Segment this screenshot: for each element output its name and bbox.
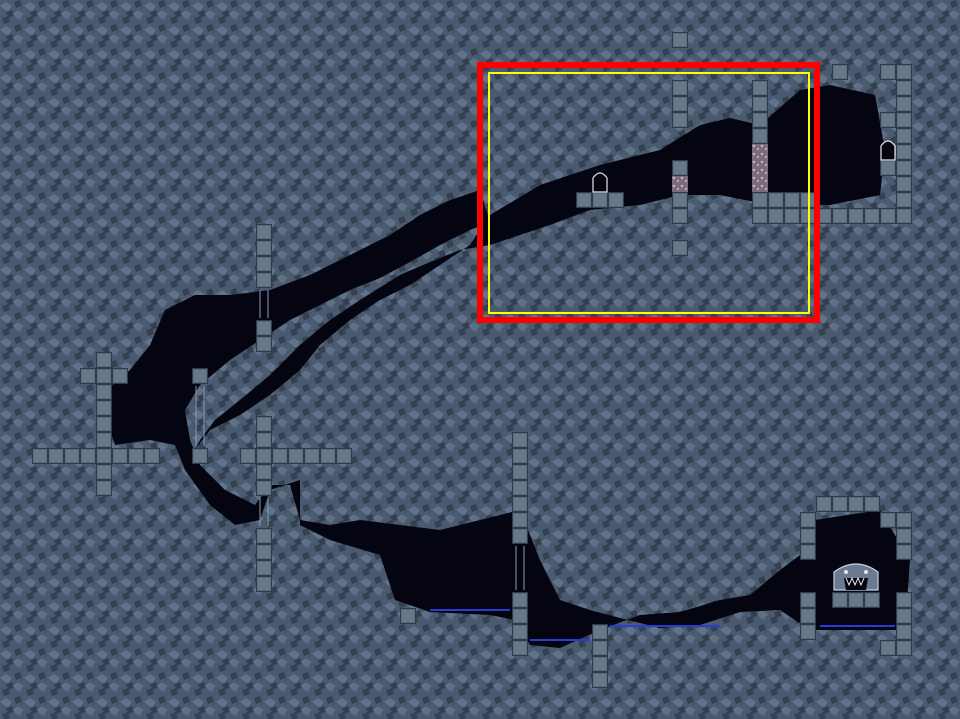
- block-boss-room-right: [896, 512, 912, 560]
- block-boss-floor: [880, 640, 912, 656]
- block-ledge-door: [576, 192, 624, 208]
- block-column-right: [752, 80, 768, 144]
- cave-scene: [0, 0, 960, 719]
- skull-creature-icon[interactable]: [833, 563, 879, 591]
- block-cross-horizontal: [32, 448, 160, 464]
- block-cross2-lower: [256, 528, 272, 592]
- block-cross-cap: [80, 368, 128, 384]
- block-boss-room-top: [816, 496, 880, 512]
- block-column-bottom: [672, 240, 688, 256]
- block-left-pillar: [256, 224, 272, 288]
- block-column-top: [672, 32, 688, 48]
- block-low-pillar: [592, 624, 608, 688]
- block-mid-pillar: [512, 432, 528, 544]
- block-mid-pillar-low: [512, 592, 528, 656]
- star-block-icon: [752, 144, 768, 192]
- block-boss-room-left: [800, 512, 816, 560]
- block-floor-right: [752, 192, 816, 224]
- block-column-mid: [672, 160, 688, 176]
- block-right-floor: [816, 208, 912, 224]
- door-icon[interactable]: [880, 140, 896, 161]
- star-block-icon: [672, 176, 688, 192]
- block-right-wall: [896, 80, 912, 208]
- block-small-pillar: [192, 368, 208, 384]
- block-boss-room-corner: [880, 512, 896, 528]
- block-top-nub: [832, 64, 848, 80]
- block-right-door-base: [880, 160, 896, 176]
- door-icon[interactable]: [592, 172, 608, 193]
- block-boss-room-left-low: [800, 592, 816, 640]
- block-cross2-horizontal: [240, 448, 352, 464]
- block-right-wall-top: [880, 64, 912, 80]
- block-water-ledge: [400, 608, 416, 624]
- block-small-pillar-base: [192, 448, 208, 464]
- block-right-ledge: [880, 112, 896, 128]
- block-column-lower: [672, 192, 688, 224]
- block-column-upper: [672, 80, 688, 128]
- game-map: [0, 0, 960, 719]
- block-boss-pedestal: [832, 592, 880, 608]
- block-left-pillar-b: [256, 320, 272, 352]
